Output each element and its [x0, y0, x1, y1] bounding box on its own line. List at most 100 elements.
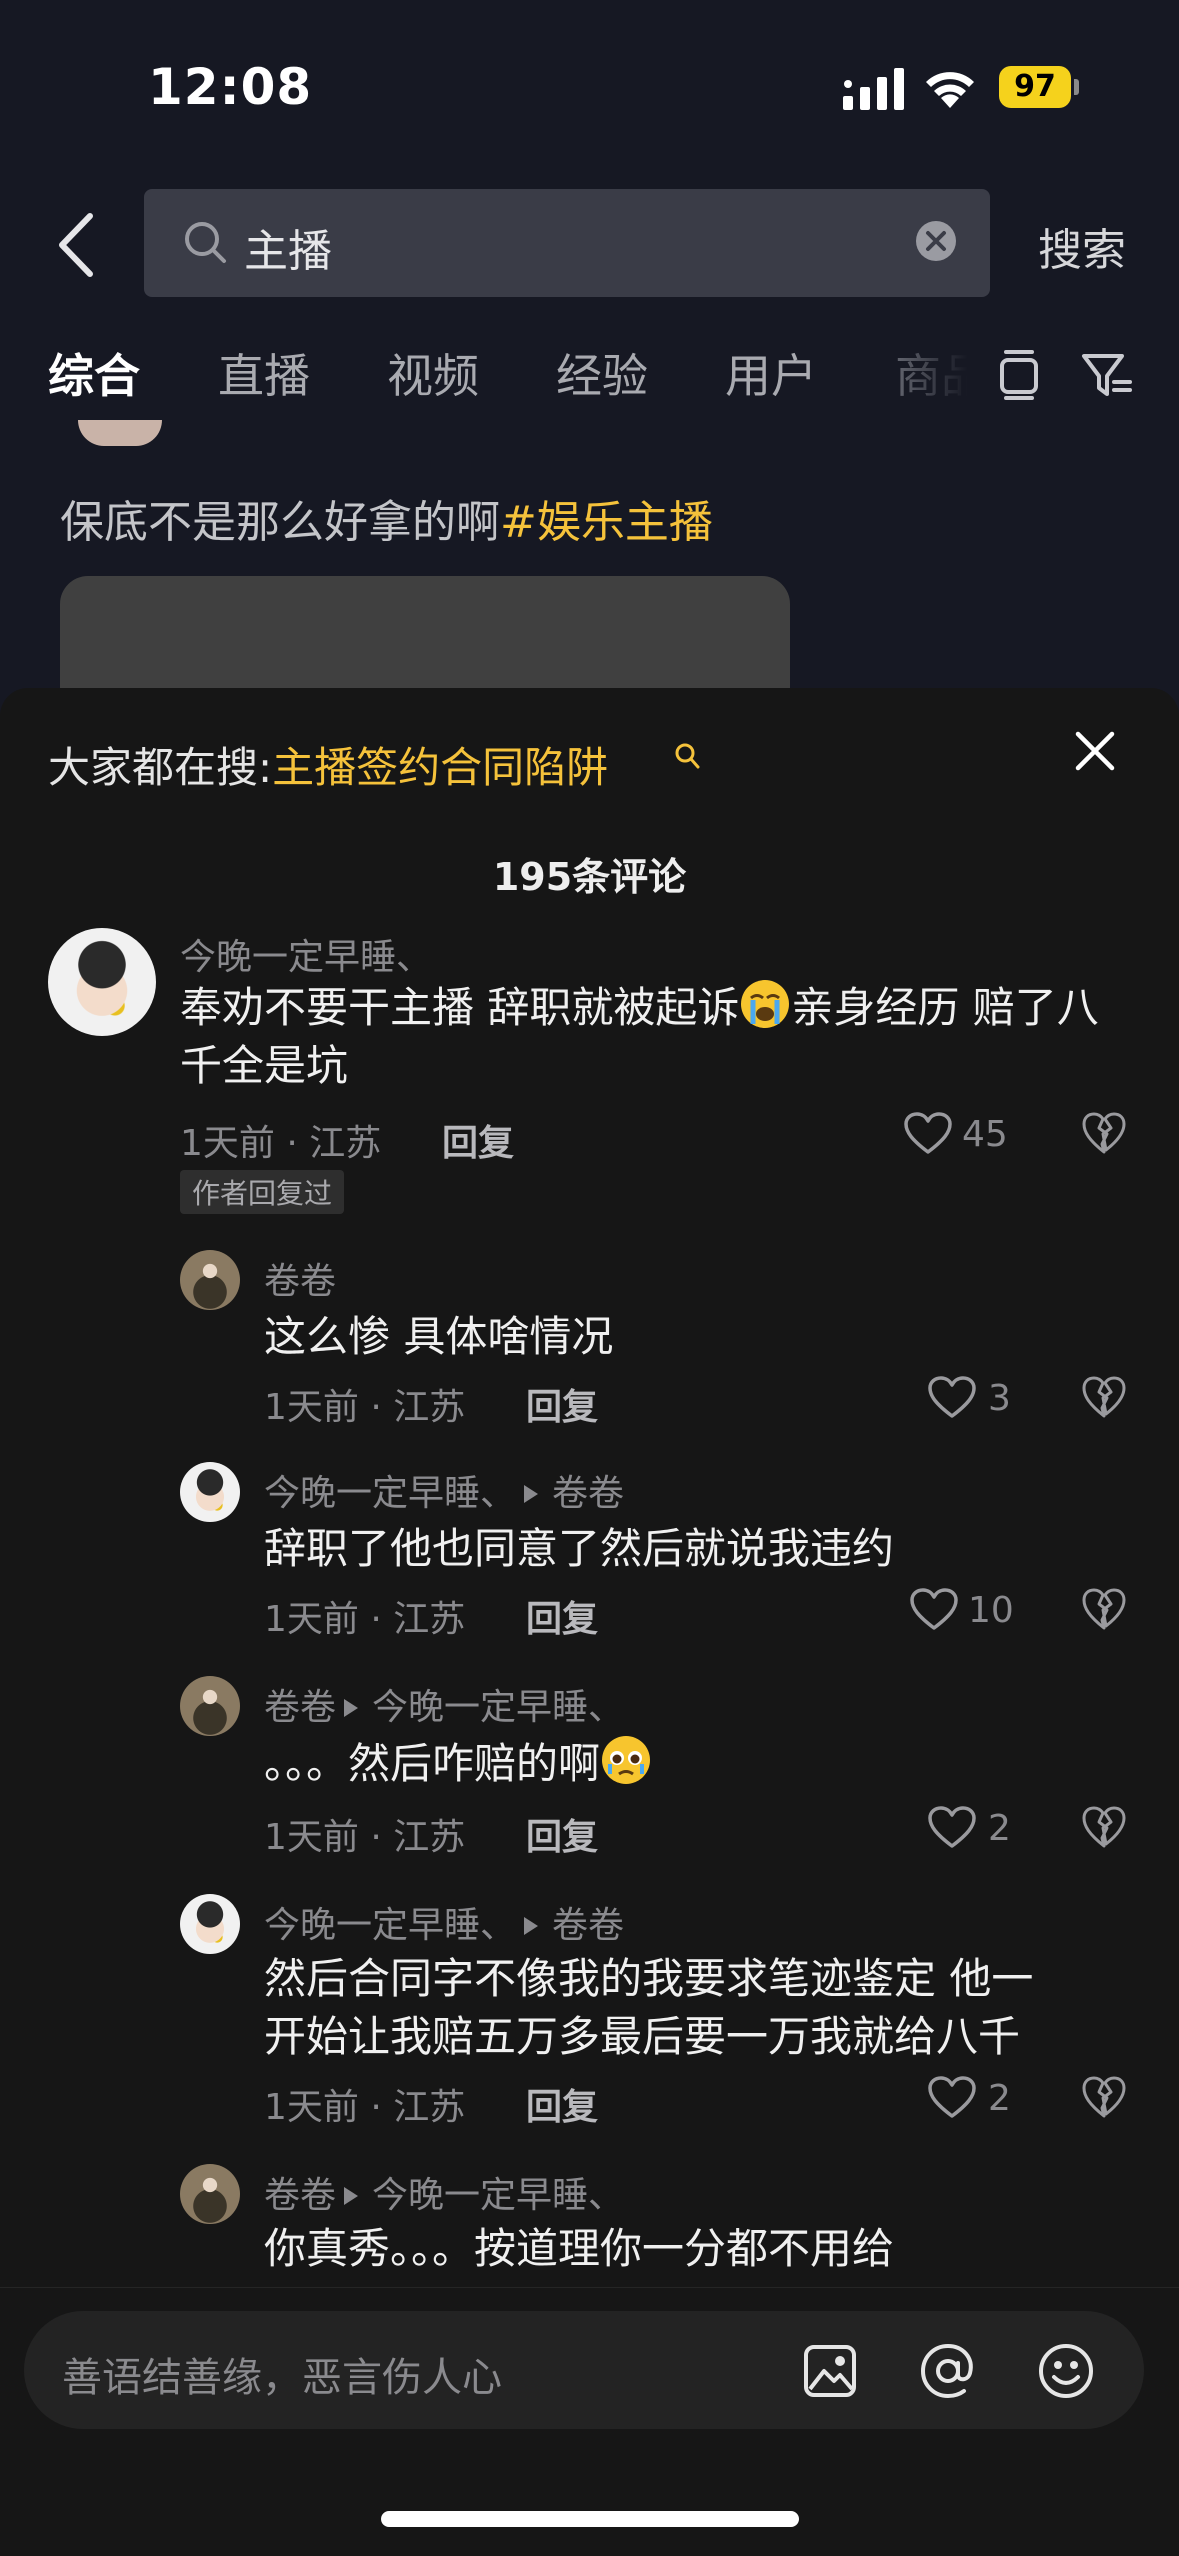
- reply-to: 今晚一定早睡、: [372, 1687, 625, 1728]
- comment-username[interactable]: 今晚一定早睡、: [180, 928, 432, 980]
- post-text: 保底不是那么好拿的啊: [60, 497, 500, 548]
- reply-username[interactable]: 今晚一定早睡、 卷卷: [264, 1896, 624, 1948]
- search-query: 主播: [244, 226, 332, 277]
- reply-text: 然后合同字不像我的我要求笔迹鉴定 他一 开始让我赔五万多最后要一万我就给八千: [264, 1950, 1144, 2066]
- reply-to: 卷卷: [552, 1905, 625, 1946]
- heart-icon[interactable]: [926, 1374, 978, 1420]
- reply-meta: 1天前 · 江苏: [264, 2087, 466, 2128]
- like-count: 45: [962, 1114, 1008, 1155]
- reply-from: 今晚一定早睡、: [264, 1473, 517, 1514]
- author-replied-badge: 作者回复过: [180, 1170, 345, 1214]
- reply-button[interactable]: 回复: [526, 1378, 598, 1430]
- at-icon[interactable]: [918, 2341, 978, 2401]
- battery-tip: [1074, 79, 1079, 95]
- hot-search[interactable]: 大家都在搜:主播签约合同陷阱: [48, 734, 608, 795]
- avatar[interactable]: [180, 2164, 240, 2224]
- reply-text: 辞职了他也同意了然后就说我违约: [264, 1524, 895, 1573]
- reply-text-part: 。。。然后咋赔的啊: [264, 1739, 601, 1788]
- post-image[interactable]: [60, 576, 790, 696]
- search-icon: [185, 222, 226, 263]
- reply-meta: 1天前 · 江苏: [264, 1817, 466, 1858]
- broken-heart-icon[interactable]: [1080, 1586, 1128, 1632]
- tab-live[interactable]: 直播: [218, 340, 310, 406]
- broken-heart-icon[interactable]: [1080, 2074, 1128, 2120]
- close-icon[interactable]: [1072, 728, 1118, 774]
- comment-input-placeholder: 善语结善缘，恶言伤人心: [62, 2355, 502, 2401]
- avatar[interactable]: [180, 1250, 240, 1310]
- status-time: 12:08: [148, 58, 313, 116]
- comment-meta: 1天前 · 江苏: [180, 1123, 382, 1164]
- hot-search-keyword[interactable]: 主播签约合同陷阱: [272, 743, 608, 792]
- wifi-icon: [926, 72, 974, 108]
- chevron-left-icon[interactable]: [52, 210, 102, 280]
- heart-icon[interactable]: [926, 2074, 978, 2120]
- filter-icon[interactable]: [1080, 348, 1134, 402]
- pleading-face-icon: [602, 1736, 651, 1784]
- avatar[interactable]: [48, 928, 156, 1036]
- reply-arrow-icon: [524, 1484, 539, 1503]
- search-tabs: 综合 直播 视频 经验 用户 商品: [0, 340, 1179, 420]
- avatar[interactable]: [180, 1462, 240, 1522]
- tab-experience[interactable]: 经验: [556, 340, 648, 406]
- like-count: 2: [988, 1808, 1011, 1849]
- reply-username[interactable]: 卷卷 今晚一定早睡、: [264, 1678, 624, 1730]
- comment-sheet: 大家都在搜:主播签约合同陷阱 195条评论 今晚一定早睡、 奉劝不要干主播 辞职…: [0, 688, 1179, 2556]
- reply-meta: 1天前 · 江苏: [264, 1599, 466, 1640]
- reply-from: 卷卷: [264, 1687, 337, 1728]
- post-author-avatar: [78, 420, 162, 446]
- post-hashtag[interactable]: #娱乐主播: [500, 497, 713, 548]
- tab-video[interactable]: 视频: [387, 340, 479, 406]
- search-input[interactable]: 主播: [144, 189, 990, 297]
- reply-to: 今晚一定早睡、: [372, 2175, 625, 2216]
- tab-users[interactable]: 用户: [725, 340, 817, 406]
- reply-text: 这么惨 具体啥情况: [264, 1312, 614, 1361]
- comment-input[interactable]: 善语结善缘，恶言伤人心: [24, 2311, 1144, 2429]
- reply-arrow-icon: [524, 1916, 539, 1935]
- home-indicator[interactable]: [381, 2511, 799, 2527]
- like-count: 10: [968, 1590, 1014, 1631]
- reply-text-line2: 开始让我赔五万多最后要一万我就给八千: [264, 2012, 1021, 2061]
- reply-button[interactable]: 回复: [526, 2078, 598, 2130]
- broken-heart-icon[interactable]: [1080, 1374, 1128, 1420]
- image-icon[interactable]: [800, 2341, 860, 2401]
- like-count: 3: [988, 1378, 1011, 1419]
- reply-button[interactable]: 回复: [526, 1808, 598, 1860]
- loudly-crying-face-icon: [741, 980, 790, 1028]
- reply-username[interactable]: 卷卷: [264, 1252, 336, 1304]
- heart-icon[interactable]: [908, 1586, 960, 1632]
- heart-icon[interactable]: [902, 1110, 954, 1156]
- broken-heart-icon[interactable]: [1080, 1110, 1128, 1156]
- battery-indicator: 97: [999, 66, 1079, 108]
- tab-comprehensive[interactable]: 综合: [48, 340, 140, 406]
- clear-icon[interactable]: [914, 219, 958, 263]
- broken-heart-icon[interactable]: [1080, 1804, 1128, 1850]
- reply-username[interactable]: 今晚一定早睡、 卷卷: [264, 1464, 624, 1516]
- reply-from: 今晚一定早睡、: [264, 1905, 517, 1946]
- status-bar: 12:08 97: [0, 0, 1179, 170]
- reply-arrow-icon: [344, 2186, 359, 2205]
- reply-button[interactable]: 回复: [442, 1114, 514, 1166]
- battery-level: 97: [999, 66, 1071, 108]
- emoji-icon[interactable]: [1036, 2341, 1096, 2401]
- cellular-signal-icon: [843, 68, 904, 110]
- comment-text-part1: 奉劝不要干主播 辞职就被起诉: [180, 983, 740, 1032]
- avatar[interactable]: [180, 1894, 240, 1954]
- post-caption: 保底不是那么好拿的啊#娱乐主播: [60, 486, 713, 550]
- comment-text: 奉劝不要干主播 辞职就被起诉 亲身经历 赔了八千全是坑: [180, 978, 1140, 1095]
- reply-text: 。。。然后咋赔的啊: [264, 1734, 652, 1793]
- search-button[interactable]: 搜索: [1038, 214, 1126, 278]
- reply-text: 你真秀。。。按道理你一分都不用给: [264, 2224, 895, 2273]
- reply-text-line1: 然后合同字不像我的我要求笔迹鉴定 他一: [264, 1954, 1034, 2003]
- reply-button[interactable]: 回复: [526, 1590, 598, 1642]
- like-count: 2: [988, 2078, 1011, 2119]
- tabs-fade: [900, 340, 990, 420]
- layout-toggle-icon[interactable]: [992, 348, 1046, 402]
- comment-count: 195条评论: [492, 855, 687, 899]
- heart-icon[interactable]: [926, 1804, 978, 1850]
- reply-arrow-icon: [344, 1698, 359, 1717]
- reply-username[interactable]: 卷卷 今晚一定早睡、: [264, 2166, 624, 2218]
- hot-search-label: 大家都在搜:: [48, 743, 273, 792]
- reply-to: 卷卷: [552, 1473, 625, 1514]
- search-icon: [675, 743, 700, 769]
- avatar[interactable]: [180, 1676, 240, 1736]
